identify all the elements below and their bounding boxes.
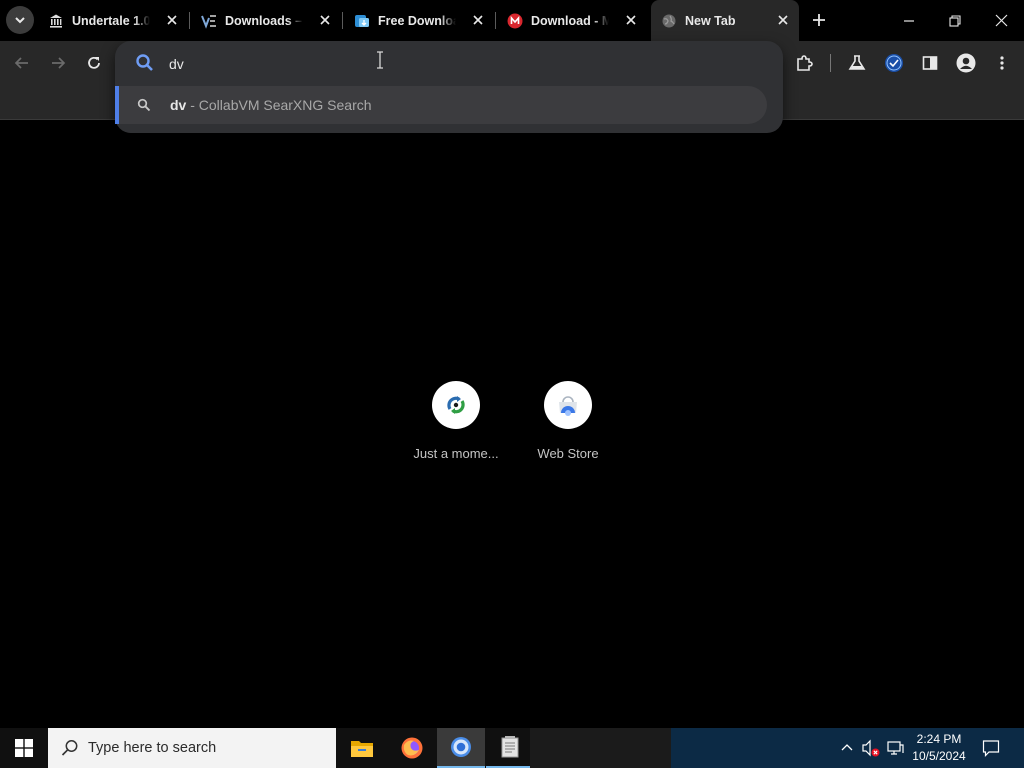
show-hidden-icons-button[interactable] <box>837 738 857 758</box>
chevron-down-icon <box>15 17 25 24</box>
tab-new-tab[interactable]: New Tab <box>651 0 799 41</box>
new-tab-button[interactable] <box>808 9 830 31</box>
taskbar-file-explorer[interactable] <box>338 728 386 768</box>
vs-logo-icon <box>201 13 217 29</box>
taskbar-firefox[interactable] <box>388 728 436 768</box>
tab-title: Downloads – C <box>225 13 303 28</box>
tab-mega-download[interactable]: Download - MI <box>497 0 647 41</box>
volume-button[interactable] <box>861 738 881 758</box>
forward-button[interactable] <box>44 49 72 77</box>
network-button[interactable] <box>885 738 905 758</box>
tab-search-button[interactable] <box>6 6 34 34</box>
chevron-up-icon <box>841 744 853 751</box>
volume-muted-icon <box>862 739 880 757</box>
shortcut-web-store[interactable]: Web Store <box>518 381 618 461</box>
close-icon[interactable] <box>470 12 486 28</box>
taskbar-search-placeholder: Type here to search <box>88 740 217 756</box>
tab-separator <box>189 12 190 29</box>
search-icon <box>136 54 153 71</box>
tab-title: Download - MI <box>531 13 609 28</box>
restore-button[interactable] <box>932 0 978 41</box>
notification-icon <box>982 740 1000 757</box>
tab-title: Undertale 1.08 <box>72 13 150 28</box>
side-panel-button[interactable] <box>916 49 944 77</box>
text-cursor-icon <box>377 51 383 69</box>
shortcut-just-a-moment[interactable]: Just a mome... <box>406 381 506 461</box>
shortcut-tile <box>544 381 592 429</box>
puzzle-icon <box>797 55 813 71</box>
restore-icon <box>949 14 961 27</box>
chrome-icon <box>451 737 471 757</box>
globe-icon <box>661 13 677 29</box>
web-store-icon <box>559 396 577 416</box>
file-explorer-icon <box>351 741 373 757</box>
back-button[interactable] <box>8 49 36 77</box>
clock-time: 2:24 PM <box>916 732 962 746</box>
close-icon[interactable] <box>775 12 791 28</box>
taskbar-chrome[interactable] <box>437 728 485 768</box>
tab-strip: Undertale 1.08 Downloads – C Free Downlo… <box>0 0 1024 41</box>
shortcut-label: Web Store <box>537 446 599 461</box>
library-icon <box>48 13 64 29</box>
suggestion-query: dv <box>170 97 187 113</box>
tab-free-download[interactable]: Free Download <box>344 0 494 41</box>
close-icon[interactable] <box>164 12 180 28</box>
close-window-button[interactable] <box>978 0 1024 41</box>
minimize-button[interactable] <box>886 0 932 41</box>
taskbar-clock[interactable]: 2:24 PM 10/5/2024 <box>904 731 974 765</box>
toolbar-divider <box>830 54 831 72</box>
tab-separator <box>342 12 343 29</box>
download-page-icon <box>354 13 370 29</box>
menu-button[interactable] <box>988 49 1016 77</box>
reload-icon <box>88 56 100 69</box>
taskbar-notepad-app[interactable] <box>486 728 534 768</box>
tab-separator <box>495 12 496 29</box>
tab-undertale[interactable]: Undertale 1.08 <box>38 0 188 41</box>
shield-check-icon <box>885 54 903 72</box>
tab-title: New Tab <box>685 13 736 28</box>
reload-button[interactable] <box>80 49 108 77</box>
start-button[interactable] <box>0 728 48 768</box>
labs-button[interactable] <box>843 49 871 77</box>
taskbar-empty-area <box>530 728 671 768</box>
minimize-icon <box>904 19 914 22</box>
tab-downloads[interactable]: Downloads – C <box>191 0 341 41</box>
flask-icon <box>848 55 866 70</box>
search-icon <box>61 740 78 756</box>
side-panel-icon <box>922 56 938 70</box>
link-arrows-icon <box>447 396 465 414</box>
kebab-menu-icon <box>1000 56 1004 70</box>
shortcut-tile <box>432 381 480 429</box>
plus-icon <box>813 14 825 26</box>
omnibox-popup: dv - CollabVM SearXNG Search <box>115 41 783 133</box>
extension-vpn-button[interactable] <box>880 49 908 77</box>
notifications-button[interactable] <box>981 738 1001 758</box>
search-icon <box>137 98 151 112</box>
clock-date: 10/5/2024 <box>912 749 966 763</box>
tab-title: Free Download <box>378 13 456 28</box>
close-icon[interactable] <box>317 12 333 28</box>
suggestion-text: dv - CollabVM SearXNG Search <box>170 97 372 113</box>
arrow-left-icon <box>14 57 28 69</box>
avatar-icon <box>956 53 976 73</box>
address-bar-input[interactable] <box>169 53 729 75</box>
suggestion-focus-indicator <box>115 86 119 124</box>
arrow-right-icon <box>52 57 66 69</box>
mega-logo-icon <box>507 13 523 29</box>
network-icon <box>887 741 904 755</box>
close-icon <box>995 14 1007 27</box>
extensions-button[interactable] <box>790 49 818 77</box>
close-icon[interactable] <box>623 12 639 28</box>
windows-taskbar: Type here to search 2:24 PM 10/5/2024 <box>0 728 1024 768</box>
suggestion-engine: - CollabVM SearXNG Search <box>186 97 372 113</box>
omnibox-suggestion[interactable]: dv - CollabVM SearXNG Search <box>115 86 767 124</box>
shortcut-label: Just a mome... <box>413 446 499 461</box>
profile-button[interactable] <box>952 49 980 77</box>
taskbar-search-box[interactable]: Type here to search <box>48 728 336 768</box>
notepad-app-icon <box>501 736 519 758</box>
windows-logo-icon <box>15 739 33 757</box>
firefox-icon <box>401 737 423 759</box>
